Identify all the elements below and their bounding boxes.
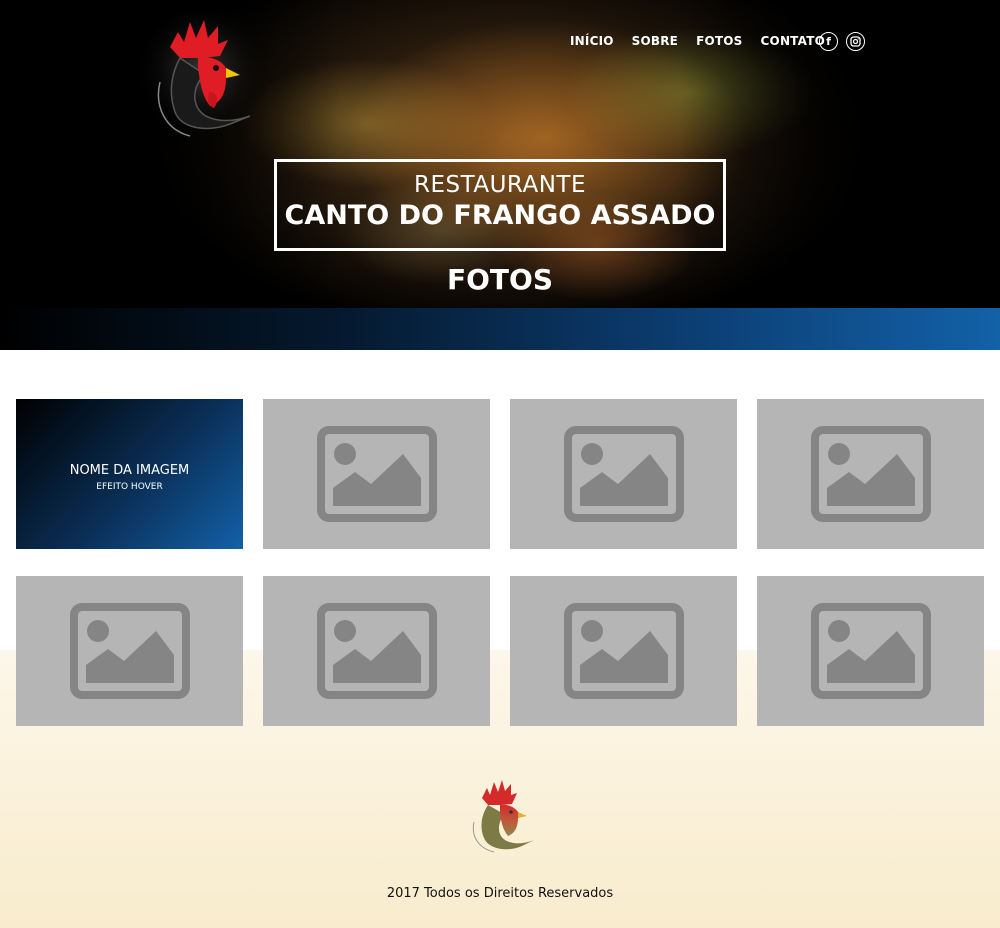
gallery-tile-6[interactable] [263, 576, 490, 726]
gallery-tile-2[interactable] [263, 399, 490, 549]
facebook-icon[interactable]: f [819, 32, 838, 51]
instagram-icon[interactable] [846, 32, 865, 51]
rooster-logo-icon[interactable] [140, 12, 265, 142]
image-placeholder-icon [563, 426, 684, 522]
gallery-tile-7[interactable] [510, 576, 737, 726]
image-placeholder-icon [810, 426, 931, 522]
hero-title-small: RESTAURANTE [413, 172, 586, 198]
facebook-glyph: f [826, 35, 831, 48]
nav-link-sobre[interactable]: SOBRE [632, 34, 678, 48]
image-placeholder-icon [316, 426, 437, 522]
nav-link-fotos[interactable]: FOTOS [696, 34, 742, 48]
gallery-tile-4[interactable] [757, 399, 984, 549]
nav-link-contato[interactable]: CONTATO [761, 34, 825, 48]
nav-link-inicio[interactable]: INÍCIO [570, 34, 614, 48]
gallery-tile-5[interactable] [16, 576, 243, 726]
social-links: f [819, 32, 873, 51]
image-placeholder-icon [69, 603, 190, 699]
image-placeholder-icon [810, 603, 931, 699]
tile-hover-effect-label: EFEITO HOVER [96, 481, 163, 492]
gallery-tile-8[interactable] [757, 576, 984, 726]
page-title: FOTOS [447, 263, 553, 296]
instagram-glyph [850, 36, 861, 47]
footer-rooster-logo-icon [472, 780, 534, 853]
footer-copyright: 2017 Todos os Direitos Reservados [386, 886, 614, 901]
hero-blue-band [0, 308, 1000, 350]
hero-title-big: CANTO DO FRANGO ASSADO [284, 200, 716, 231]
gallery-tile-3[interactable] [510, 399, 737, 549]
main-nav: INÍCIO SOBRE FOTOS CONTATO [570, 33, 843, 49]
gallery-tile-1[interactable]: NOME DA IMAGEM EFEITO HOVER [16, 399, 243, 549]
hero-title-box: RESTAURANTE CANTO DO FRANGO ASSADO [274, 159, 726, 251]
image-placeholder-icon [316, 603, 437, 699]
image-placeholder-icon [563, 603, 684, 699]
tile-image-name: NOME DA IMAGEM [69, 462, 190, 478]
